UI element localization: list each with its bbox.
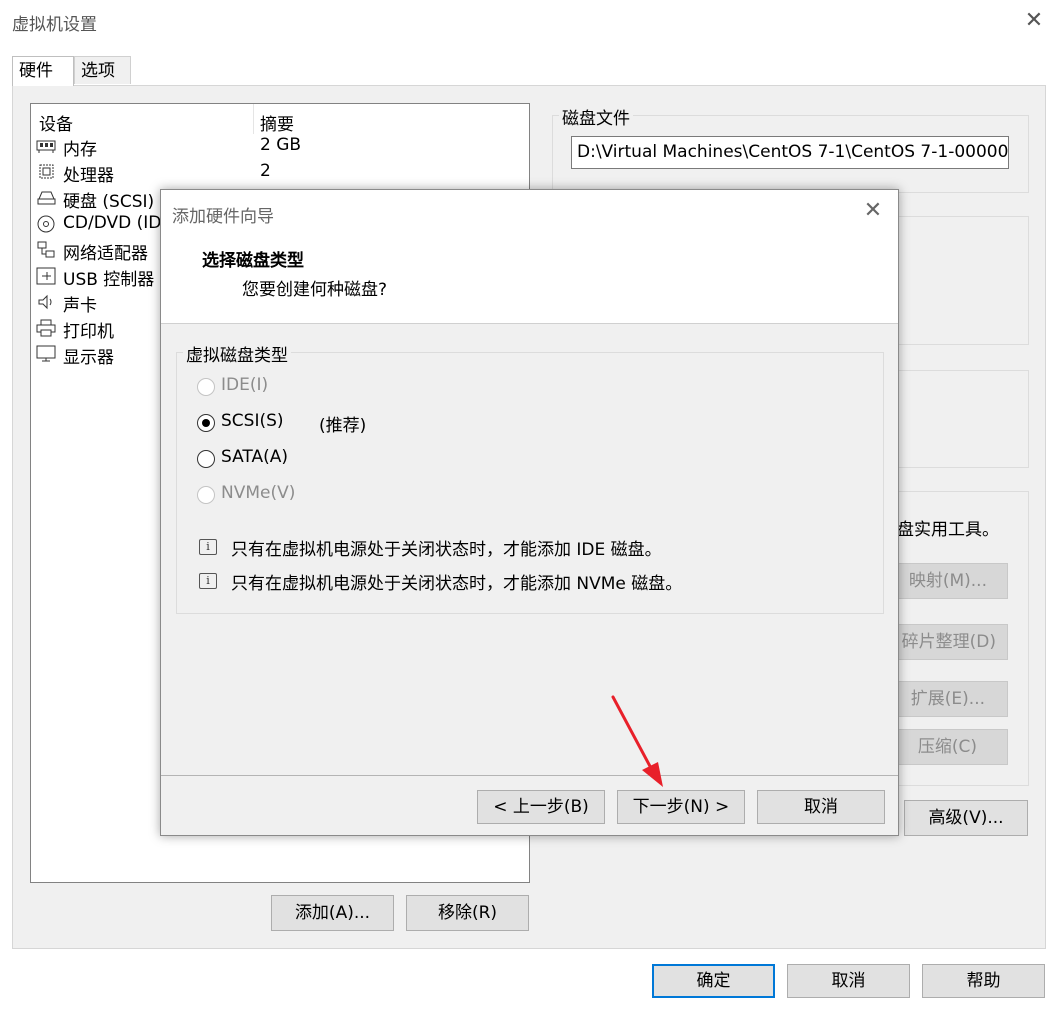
- monitor-icon: [36, 345, 56, 362]
- remove-hardware-button[interactable]: 移除(R): [406, 895, 529, 931]
- wizard-header: 添加硬件向导 ✕ 选择磁盘类型 您要创建何种磁盘?: [161, 190, 898, 324]
- device-name: USB 控制器: [63, 270, 155, 290]
- printer-icon: [36, 319, 56, 337]
- device-name: 硬盘 (SCSI): [63, 192, 155, 212]
- radio-scsi[interactable]: [197, 414, 215, 432]
- device-name: 处理器: [63, 166, 114, 186]
- radio-scsi-label[interactable]: SCSI(S): [221, 411, 284, 431]
- next-button[interactable]: 下一步(N) >: [617, 790, 745, 824]
- device-name: 声卡: [63, 296, 97, 316]
- compact-button[interactable]: 压缩(C): [880, 729, 1008, 765]
- device-name: 网络适配器: [63, 244, 148, 264]
- wizard-step-title: 选择磁盘类型: [202, 251, 304, 271]
- hard-disk-icon: [37, 191, 56, 205]
- radio-ide[interactable]: [197, 378, 215, 396]
- expand-button[interactable]: 扩展(E)...: [880, 681, 1008, 717]
- radio-sata[interactable]: [197, 450, 215, 468]
- tab-options[interactable]: 选项: [74, 56, 131, 84]
- column-header-summary[interactable]: 摘要: [260, 110, 294, 135]
- radio-nvme[interactable]: [197, 486, 215, 504]
- radio-nvme-label[interactable]: NVMe(V): [221, 483, 295, 503]
- device-name: 显示器: [63, 348, 114, 368]
- advanced-button[interactable]: 高级(V)...: [904, 800, 1028, 836]
- wizard-cancel-button[interactable]: 取消: [757, 790, 885, 824]
- help-button[interactable]: 帮助: [922, 964, 1045, 998]
- info-ide-text: 只有在虚拟机电源处于关闭状态时，才能添加 IDE 磁盘。: [231, 540, 662, 560]
- wizard-close-icon[interactable]: ✕: [861, 198, 885, 223]
- close-icon[interactable]: ✕: [1022, 8, 1046, 33]
- radio-selected-dot: [202, 419, 210, 427]
- wizard-step-question: 您要创建何种磁盘?: [242, 280, 388, 300]
- defragment-button[interactable]: 碎片整理(D): [880, 624, 1008, 660]
- wizard-title: 添加硬件向导: [172, 207, 274, 227]
- add-hardware-wizard-dialog: 添加硬件向导 ✕ 选择磁盘类型 您要创建何种磁盘? 虚拟磁盘类型 IDE(I) …: [160, 189, 899, 836]
- device-name: 内存: [63, 140, 97, 160]
- device-row-memory[interactable]: 内存 2 GB: [31, 134, 526, 160]
- info-icon: i: [199, 539, 217, 555]
- sound-card-icon: [38, 294, 52, 310]
- disk-file-path-input[interactable]: D:\Virtual Machines\CentOS 7-1\CentOS 7-…: [571, 136, 1009, 169]
- device-summary: 2: [260, 161, 271, 181]
- processor-icon: [39, 164, 54, 179]
- device-summary: 2 GB: [260, 135, 302, 155]
- add-hardware-button[interactable]: 添加(A)...: [271, 895, 394, 931]
- wizard-footer-divider: [161, 775, 898, 776]
- disk-utilities-text: 盘实用工具。: [897, 520, 999, 540]
- cancel-button[interactable]: 取消: [787, 964, 910, 998]
- usb-icon: [36, 267, 56, 285]
- disk-file-group-title: 磁盘文件: [559, 104, 633, 129]
- window-title: 虚拟机设置: [12, 15, 97, 35]
- info-icon: i: [199, 573, 217, 589]
- map-button[interactable]: 映射(M)...: [880, 563, 1008, 599]
- info-nvme-text: 只有在虚拟机电源处于关闭状态时，才能添加 NVMe 磁盘。: [231, 574, 683, 594]
- network-adapter-icon: [37, 241, 55, 258]
- column-header-device[interactable]: 设备: [39, 110, 73, 135]
- disk-type-group-title: 虚拟磁盘类型: [183, 341, 291, 366]
- memory-icon: [36, 140, 56, 153]
- radio-ide-label[interactable]: IDE(I): [221, 375, 268, 395]
- recommended-note: (推荐): [319, 416, 367, 436]
- tab-hardware[interactable]: 硬件: [12, 56, 74, 86]
- ok-button[interactable]: 确定: [652, 964, 775, 998]
- device-name: 打印机: [63, 322, 114, 342]
- cd-dvd-icon: [37, 215, 55, 233]
- back-button[interactable]: < 上一步(B): [477, 790, 605, 824]
- radio-sata-label[interactable]: SATA(A): [221, 447, 288, 467]
- device-row-processor[interactable]: 处理器 2: [31, 160, 526, 186]
- column-separator[interactable]: [253, 104, 254, 134]
